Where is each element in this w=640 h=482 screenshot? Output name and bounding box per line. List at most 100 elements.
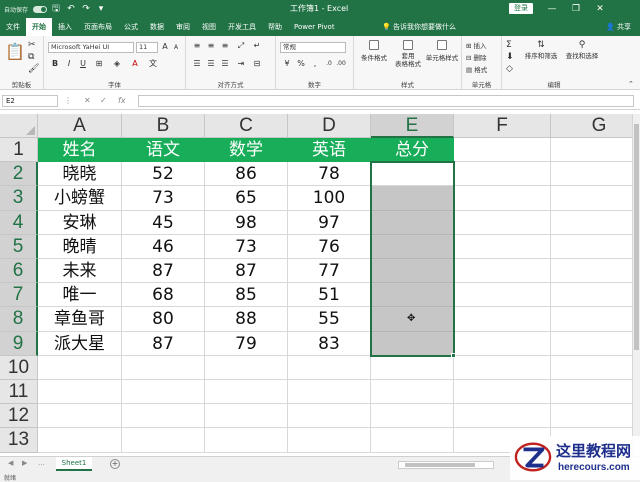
row-header-1[interactable]: 1: [0, 138, 38, 163]
select-all-button[interactable]: [0, 114, 38, 138]
cell-d12[interactable]: [288, 404, 371, 429]
cell-b3[interactable]: 73: [122, 186, 205, 211]
next-sheet-icon[interactable]: ▶: [22, 459, 27, 467]
cell-f8[interactable]: [454, 307, 551, 332]
cell-e5[interactable]: [371, 234, 454, 259]
undo-icon[interactable]: ↶: [65, 3, 77, 15]
cell-c7[interactable]: 85: [205, 283, 288, 308]
row-header-7[interactable]: 7: [0, 283, 38, 308]
cell-f3[interactable]: [454, 186, 551, 211]
phonetic-icon[interactable]: 文: [148, 60, 158, 68]
indent-icon[interactable]: ⇥: [236, 60, 246, 68]
fill-handle[interactable]: [451, 352, 456, 358]
cell-f7[interactable]: [454, 283, 551, 308]
decrease-font-icon[interactable]: A: [171, 44, 181, 52]
cell-a8[interactable]: 章鱼哥: [38, 307, 122, 332]
align-top-icon[interactable]: ≡: [192, 42, 202, 50]
restore-icon[interactable]: ❐: [564, 1, 588, 17]
cell-e10[interactable]: [371, 355, 454, 380]
cell-c1[interactable]: 数学: [205, 138, 288, 163]
increase-decimal-icon[interactable]: .0: [324, 60, 334, 68]
cell-g9[interactable]: [551, 332, 632, 356]
sort-filter-button[interactable]: ⇅ 排序和筛选: [522, 40, 560, 60]
cell-d6[interactable]: 77: [288, 259, 371, 284]
cell-b10[interactable]: [122, 355, 205, 380]
cell-d11[interactable]: [288, 380, 371, 405]
number-format-combo[interactable]: 常规: [280, 42, 346, 53]
comma-style-icon[interactable]: ,: [310, 60, 320, 68]
collapse-ribbon-icon[interactable]: ⌃: [628, 80, 634, 88]
more-sheets-icon[interactable]: …: [38, 459, 45, 467]
decrease-decimal-icon[interactable]: .00: [336, 60, 346, 68]
login-button[interactable]: 登录: [509, 3, 533, 14]
cell-f5[interactable]: [454, 234, 551, 259]
row-header-4[interactable]: 4: [0, 210, 38, 235]
column-header-d[interactable]: D: [288, 114, 371, 138]
copy-icon[interactable]: ⧉: [28, 52, 34, 62]
column-header-a[interactable]: A: [38, 114, 122, 138]
format-as-table-button[interactable]: 套用 表格格式: [392, 40, 424, 68]
cell-a6[interactable]: 未来: [38, 259, 122, 284]
cell-f10[interactable]: [454, 355, 551, 380]
cell-e12[interactable]: [371, 404, 454, 429]
column-header-f[interactable]: F: [454, 114, 551, 138]
tab-view[interactable]: 视图: [196, 18, 222, 36]
cell-g5[interactable]: [551, 235, 632, 259]
cell-d2[interactable]: 78: [288, 162, 371, 187]
cell-f4[interactable]: [454, 210, 551, 235]
autosum-icon[interactable]: Σ: [506, 40, 512, 50]
cell-c10[interactable]: [205, 355, 288, 380]
cell-styles-button[interactable]: 单元格样式: [424, 40, 460, 62]
formula-input[interactable]: [138, 95, 634, 107]
cell-e1[interactable]: 总分: [371, 138, 454, 163]
name-box[interactable]: E2: [2, 95, 58, 107]
cell-c13[interactable]: [205, 428, 288, 453]
cell-g7[interactable]: [551, 283, 632, 308]
tab-page-layout[interactable]: 页面布局: [78, 18, 118, 36]
cell-g2[interactable]: [551, 162, 632, 187]
column-header-g[interactable]: G: [551, 114, 632, 138]
cell-e4[interactable]: [371, 210, 454, 235]
cell-d9[interactable]: 83: [288, 331, 371, 356]
cell-d13[interactable]: [288, 428, 371, 453]
conditional-format-button[interactable]: 条件格式: [358, 40, 390, 62]
cell-g12[interactable]: [551, 404, 632, 429]
tab-power-pivot[interactable]: Power Pivot: [288, 18, 341, 36]
row-header-11[interactable]: 11: [0, 380, 38, 405]
cell-b4[interactable]: 45: [122, 210, 205, 235]
save-icon[interactable]: 🖫: [50, 3, 62, 15]
row-header-6[interactable]: 6: [0, 259, 38, 284]
cell-c8[interactable]: 88: [205, 307, 288, 332]
cell-a9[interactable]: 派大星: [38, 331, 122, 356]
cell-b9[interactable]: 87: [122, 331, 205, 356]
orientation-icon[interactable]: ⤢: [236, 42, 246, 50]
italic-button[interactable]: I: [64, 60, 74, 68]
cell-a2[interactable]: 晓晓: [38, 162, 122, 187]
column-header-b[interactable]: B: [122, 114, 205, 138]
cell-f9[interactable]: [454, 331, 551, 356]
cell-g8[interactable]: [551, 307, 632, 332]
format-cells-button[interactable]: ▤ 格式: [466, 64, 487, 74]
cell-b6[interactable]: 87: [122, 259, 205, 284]
row-header-9[interactable]: 9: [0, 331, 38, 356]
row-header-8[interactable]: 8: [0, 307, 38, 332]
cell-a13[interactable]: [38, 428, 122, 453]
cell-a1[interactable]: 姓名: [38, 138, 122, 163]
paste-icon[interactable]: 📋: [5, 42, 25, 61]
align-left-icon[interactable]: ☰: [192, 60, 202, 68]
cell-e7[interactable]: [371, 283, 454, 308]
cut-icon[interactable]: ✂: [28, 40, 36, 50]
merge-center-icon[interactable]: ⊟: [252, 60, 262, 68]
cell-c3[interactable]: 65: [205, 186, 288, 211]
cell-b13[interactable]: [122, 428, 205, 453]
cell-e6[interactable]: [371, 259, 454, 284]
cell-f12[interactable]: [454, 404, 551, 429]
cell-f11[interactable]: [454, 380, 551, 405]
insert-function-icon[interactable]: fx: [118, 95, 126, 107]
cell-c5[interactable]: 73: [205, 234, 288, 259]
align-right-icon[interactable]: ☰: [220, 60, 230, 68]
tab-file[interactable]: 文件: [0, 18, 26, 36]
column-header-e[interactable]: E: [371, 114, 454, 138]
name-box-dropdown-icon[interactable]: ⋮: [64, 95, 72, 107]
cell-g3[interactable]: [551, 186, 632, 211]
